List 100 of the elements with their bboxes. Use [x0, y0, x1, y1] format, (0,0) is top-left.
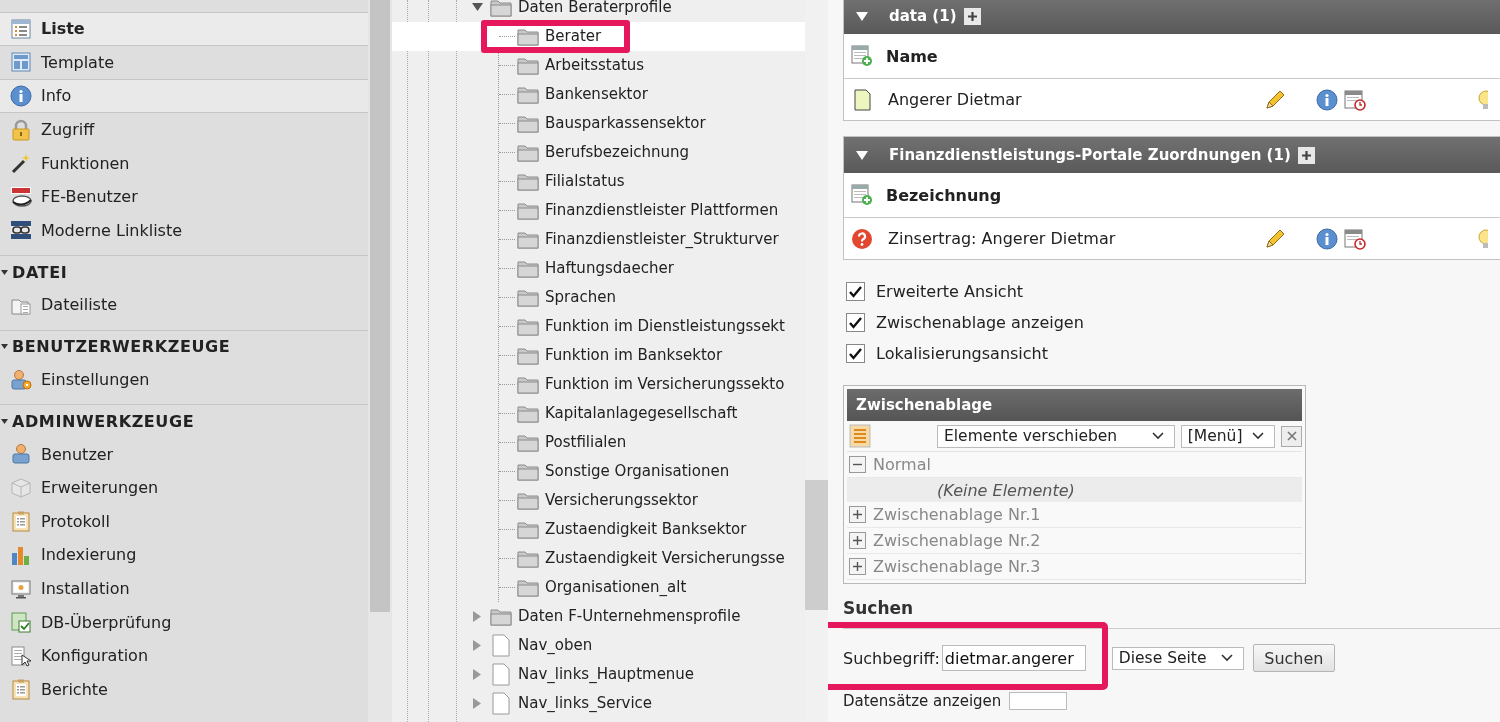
chain-link-icon [10, 219, 32, 242]
section-title[interactable]: BENUTZERWERKZEUGE [12, 337, 231, 357]
field-label: Suchbegriff: [843, 648, 940, 668]
sidebar-item[interactable]: Protokoll [0, 504, 368, 539]
collapsed-arrow-icon [472, 668, 482, 680]
folder-icon [517, 548, 539, 568]
tree-node[interactable]: Sonstige Organisationen [499, 456, 805, 486]
tree-node[interactable]: Nav_links_Hauptmenue [392, 659, 805, 689]
tree-node[interactable]: Nav_links_Service [392, 688, 805, 718]
tree-node[interactable]: Berufsbezeichnung [499, 137, 805, 167]
checkbox-label[interactable]: Zwischenablage anzeigen [876, 313, 1084, 332]
expand-icon [849, 558, 866, 575]
folder-icon [517, 171, 539, 191]
wand-icon [10, 152, 32, 175]
sidebar-item[interactable]: Erweiterungen [0, 470, 368, 505]
sidebar-item[interactable]: Installation [0, 571, 368, 606]
sidebar-item[interactable]: Dateiliste [0, 288, 368, 322]
tree-node[interactable]: Haftungsdaecher [499, 253, 805, 283]
folder-icon [517, 316, 539, 336]
dropdown[interactable]: Elemente verschieben [937, 424, 1175, 448]
record-title[interactable]: Angerer Dietmar [888, 90, 1264, 109]
section-title[interactable]: ADMINWERKZEUGE [12, 411, 195, 431]
sidebar-item[interactable]: DB-Überprüfung [0, 605, 368, 639]
tree-node[interactable]: Berater [392, 21, 805, 51]
tree-node[interactable]: Bausparkassensektor [499, 108, 805, 138]
page-icon [490, 662, 512, 686]
record-title[interactable]: Zinsertrag: Angerer Dietmar [888, 229, 1264, 248]
tree-node[interactable]: Zustaendigkeit Banksektor [499, 514, 805, 544]
dropdown[interactable]: Diese Seite [1111, 646, 1244, 670]
search-button[interactable]: Suchen [1252, 644, 1335, 672]
chevron-icon [1220, 654, 1233, 662]
tree-node[interactable]: Zustaendigkeit Versicherungsse [499, 543, 805, 573]
tree-node[interactable]: Finanzdienstleister Plattformen [499, 195, 805, 225]
tree-node[interactable]: Kapitalanlagegesellschaft [499, 398, 805, 428]
sidebar-item[interactable]: Zugriff [0, 112, 368, 147]
folder-icon [517, 403, 539, 423]
scrollbar[interactable] [370, 0, 390, 612]
tree-node[interactable]: Sprachen [499, 282, 805, 312]
sidebar-item[interactable]: Moderne Linkliste [0, 213, 368, 248]
page-icon [851, 88, 873, 111]
check-icon [847, 315, 864, 330]
clipboard-list-icon [849, 424, 871, 448]
expand-icon [849, 532, 866, 549]
folder-icon [517, 374, 539, 394]
sidebar-item[interactable]: Konfiguration [0, 638, 368, 673]
tree-node[interactable]: Versicherungssektor [499, 485, 805, 515]
column-header[interactable]: Name [886, 46, 938, 66]
tree-node[interactable]: Daten F-Unternehmensprofile [392, 601, 805, 631]
tree-node[interactable]: Postfilialen [499, 427, 805, 457]
section-heading: Suchen [843, 598, 915, 620]
search-field[interactable]: dietmar.angerer [941, 645, 1086, 671]
tree-node[interactable]: Funktion im Dienstleistungssekt [499, 311, 805, 341]
tree-node[interactable]: Bankensektor [499, 79, 805, 109]
sidebar-item[interactable]: Indexierung [0, 538, 368, 572]
edit-button[interactable] [1264, 227, 1286, 250]
sidebar-item[interactable]: Template [0, 45, 368, 80]
tree-node[interactable]: Filialstatus [499, 166, 805, 196]
sidebar-item[interactable]: Liste [0, 12, 368, 46]
table-add-icon [851, 184, 873, 206]
collapsed-arrow-icon [472, 639, 482, 651]
tree-node[interactable]: Organisationen_alt [499, 572, 805, 602]
dropdown[interactable]: [Menü] [1180, 424, 1276, 448]
close-button[interactable] [1281, 425, 1302, 447]
tree-node[interactable]: Finanzdienstleister_Strukturver [499, 224, 805, 254]
sidebar-item[interactable]: Berichte [0, 672, 368, 707]
field-label: Datensätze anzeigen [843, 692, 1002, 710]
sidebar-item[interactable]: FE-Benutzer [0, 179, 368, 214]
calendar-clock-icon [1344, 88, 1366, 111]
history-button[interactable] [1344, 88, 1366, 111]
folder-icon [517, 26, 539, 46]
section-title[interactable]: DATEI [12, 262, 68, 282]
sidebar-item[interactable]: Benutzer [0, 437, 368, 471]
folder-icon [490, 0, 512, 17]
checkbox[interactable] [846, 282, 865, 301]
checkbox[interactable] [846, 344, 865, 363]
tree-node[interactable]: Daten Beraterprofile [392, 0, 805, 22]
sidebar-item[interactable]: Info [0, 79, 368, 113]
checkbox-label[interactable]: Erweiterte Ansicht [876, 282, 1024, 301]
checkbox-label[interactable]: Lokalisierungsansicht [876, 344, 1048, 363]
database-check-icon [10, 611, 32, 634]
column-header[interactable]: Bezeichnung [886, 185, 1002, 205]
edit-button[interactable] [1264, 88, 1286, 111]
section-header[interactable]: Finanzdienstleistungs-Portale Zuordnungen (1) [844, 137, 1500, 173]
tree-node[interactable]: Funktion im Banksektor [499, 340, 805, 370]
monitor-icon [10, 577, 32, 600]
input-field[interactable] [1009, 692, 1068, 710]
info-button[interactable] [1316, 227, 1338, 250]
checkbox[interactable] [846, 313, 865, 332]
history-button[interactable] [1344, 227, 1366, 250]
tree-node[interactable]: Arbeitsstatus [499, 50, 805, 80]
table-add-icon [851, 45, 873, 67]
tree-node[interactable]: Funktion im Versicherungssekto [499, 369, 805, 399]
sidebar-item[interactable]: Einstellungen [0, 362, 368, 397]
scrollbar[interactable] [805, 480, 828, 610]
pencil-icon [1264, 88, 1286, 111]
tree-node[interactable]: Nav_oben [392, 630, 805, 660]
sidebar-item[interactable]: Funktionen [0, 146, 368, 180]
section-header[interactable]: data (1) [844, 0, 1500, 34]
page-icon [490, 633, 512, 657]
info-button[interactable] [1316, 88, 1338, 111]
